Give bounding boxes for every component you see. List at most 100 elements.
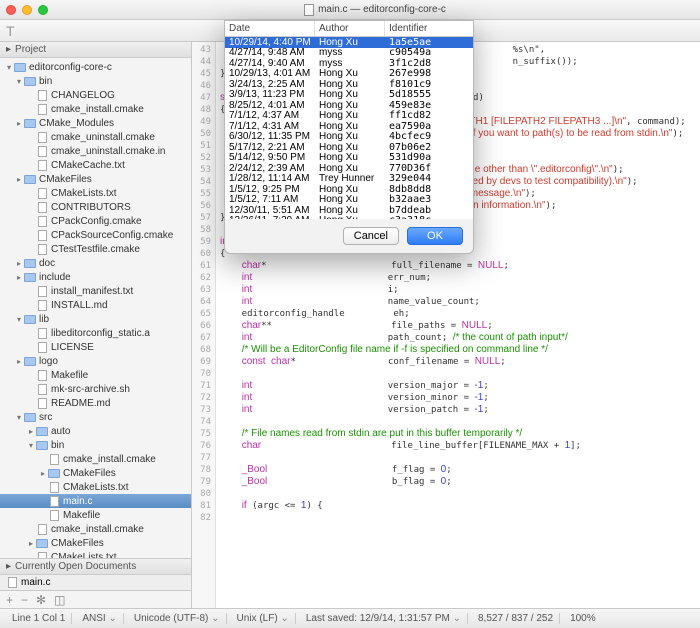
tree-label: doc [39, 258, 55, 269]
open-doc-item[interactable]: main.c [0, 575, 191, 590]
history-row[interactable]: 3/9/13, 11:23 PMHong Xu5d18555 [225, 90, 473, 101]
status-eol[interactable]: Unix (LF) [231, 613, 296, 624]
tree-folder[interactable]: ▸ include [0, 270, 191, 284]
history-row[interactable]: 5/17/12, 2:21 AMHong Xu07b06e2 [225, 142, 473, 153]
file-icon [36, 159, 48, 171]
modal-rows[interactable]: 10/29/14, 4:40 PMHong Xu1a5e5ae4/27/14, … [225, 37, 473, 219]
gear-icon[interactable]: ✻ [36, 593, 46, 607]
minimize-window-button[interactable] [22, 5, 32, 15]
folder-icon [24, 173, 36, 185]
file-icon [36, 523, 48, 535]
tree-folder[interactable]: ▸CMakeFiles [0, 172, 191, 186]
history-row[interactable]: 4/27/14, 9:48 AMmyssc90549a [225, 48, 473, 59]
tree-file[interactable]: CHANGELOG [0, 88, 191, 102]
remove-icon[interactable]: − [21, 593, 28, 607]
status-zoom[interactable]: 100% [564, 613, 602, 624]
file-icon [36, 383, 48, 395]
project-tree[interactable]: ▾editorconfig-core-c▾binCHANGELOGcmake_i… [0, 58, 191, 558]
tree-folder[interactable]: ▾editorconfig-core-c [0, 60, 191, 74]
file-icon [8, 577, 17, 588]
tree-folder[interactable]: ▸CMakeFiles [0, 466, 191, 480]
folder-icon [36, 537, 48, 549]
cancel-button[interactable]: Cancel [343, 227, 399, 245]
tree-file[interactable]: CMakeCache.txt [0, 158, 191, 172]
disclosure-icon: ▸ [14, 273, 24, 282]
project-header[interactable]: ▸ Project [0, 42, 191, 58]
close-window-button[interactable] [6, 5, 16, 15]
history-row[interactable]: 7/1/12, 4:37 AMHong Xuff1cd82 [225, 111, 473, 122]
tree-file[interactable]: CMakeLists.txt [0, 186, 191, 200]
tree-file[interactable]: install_manifest.txt [0, 284, 191, 298]
disclosure-icon: ▸ [14, 119, 24, 128]
tree-folder[interactable]: ▸auto [0, 424, 191, 438]
split-icon[interactable]: ◫ [54, 593, 65, 607]
tree-folder[interactable]: ▾src [0, 410, 191, 424]
history-row[interactable]: 2/24/12, 2:39 AMHong Xu770D36f [225, 163, 473, 174]
col-author[interactable]: Author [315, 21, 385, 36]
tree-file[interactable]: cmake_install.cmake [0, 522, 191, 536]
tree-file[interactable]: main.c [0, 494, 191, 508]
tree-file[interactable]: CPackConfig.cmake [0, 214, 191, 228]
history-row[interactable]: 5/14/12, 9:50 PMHong Xu531d90a [225, 153, 473, 164]
tree-file[interactable]: cmake_install.cmake [0, 452, 191, 466]
add-icon[interactable]: + [6, 593, 13, 607]
history-row[interactable]: 1/28/12, 11:14 AMTrey Hunner329e044 [225, 174, 473, 185]
tree-folder[interactable]: ▸CMakeFiles [0, 536, 191, 550]
disclosure-icon: ▸ [6, 44, 11, 55]
tree-file[interactable]: cmake_uninstall.cmake [0, 130, 191, 144]
modal-columns[interactable]: Date Author Identifier [225, 21, 473, 37]
tree-folder[interactable]: ▸CMake_Modules [0, 116, 191, 130]
tree-file[interactable]: CMakeLists.txt [0, 480, 191, 494]
history-row[interactable]: 1/5/12, 7:11 AMHong Xub32aae3 [225, 195, 473, 206]
history-row[interactable]: 4/27/14, 9:40 AMmyss3f1c2d8 [225, 58, 473, 69]
status-saved[interactable]: Last saved: 12/9/14, 1:31:57 PM [300, 613, 468, 624]
tree-label: bin [51, 440, 64, 451]
history-row[interactable]: 3/24/13, 2:25 AMHong Xuf8101c9 [225, 79, 473, 90]
text-tool-icon[interactable]: T [6, 23, 15, 39]
folder-icon [48, 467, 60, 479]
history-row[interactable]: 12/30/11, 5:51 AMHong Xub7ddeab [225, 205, 473, 216]
tree-folder[interactable]: ▾ bin [0, 438, 191, 452]
tree-label: README.md [51, 398, 110, 409]
line-gutter: 43 44 45 46 47 48 49 50 51 52 53 54 55 5… [192, 42, 216, 608]
tree-file[interactable]: libeditorconfig_static.a [0, 326, 191, 340]
disclosure-icon: ▸ [14, 357, 24, 366]
history-row[interactable]: 1/5/12, 9:25 PMHong Xu8db8dd8 [225, 184, 473, 195]
tree-file[interactable]: cmake_install.cmake [0, 102, 191, 116]
col-identifier[interactable]: Identifier [385, 21, 473, 36]
disclosure-icon: ▾ [14, 413, 24, 422]
history-row[interactable]: 7/1/12, 4:31 AMHong Xuea7590a [225, 121, 473, 132]
tree-file[interactable]: CONTRIBUTORS [0, 200, 191, 214]
open-docs-header[interactable]: ▸ Currently Open Documents [0, 559, 191, 575]
tree-file[interactable]: cmake_uninstall.cmake.in [0, 144, 191, 158]
zoom-window-button[interactable] [38, 5, 48, 15]
tree-file[interactable]: mk-src-archive.sh [0, 382, 191, 396]
ok-button[interactable]: OK [407, 227, 463, 245]
tree-folder[interactable]: ▸logo [0, 354, 191, 368]
col-date[interactable]: Date [225, 21, 315, 36]
disclosure-icon: ▸ [26, 427, 36, 436]
history-row[interactable]: 8/25/12, 4:01 AMHong Xu459e83e [225, 100, 473, 111]
tree-label: INSTALL.md [51, 300, 108, 311]
history-row[interactable]: 12/26/11, 7:29 AMHong Xuc3a318c [225, 216, 473, 220]
history-row[interactable]: 6/30/12, 11:35 PMHong Xu4bcfec9 [225, 132, 473, 143]
tree-file[interactable]: Makefile [0, 508, 191, 522]
tree-folder[interactable]: ▾lib [0, 312, 191, 326]
tree-label: cmake_install.cmake [63, 454, 156, 465]
history-row[interactable]: 10/29/14, 4:40 PMHong Xu1a5e5ae [225, 37, 473, 48]
tree-file[interactable]: INSTALL.md [0, 298, 191, 312]
tree-file[interactable]: CMakeLists.txt [0, 550, 191, 558]
status-ansi[interactable]: ANSI [76, 613, 124, 624]
tree-folder[interactable]: ▾bin [0, 74, 191, 88]
file-icon [36, 145, 48, 157]
tree-file[interactable]: Makefile [0, 368, 191, 382]
tree-file[interactable]: LICENSE [0, 340, 191, 354]
history-row[interactable]: 10/29/13, 4:01 AMHong Xu267e998 [225, 69, 473, 80]
status-charset[interactable]: Unicode (UTF-8) [128, 613, 227, 624]
tree-file[interactable]: CTestTestfile.cmake [0, 242, 191, 256]
tree-file[interactable]: CPackSourceConfig.cmake [0, 228, 191, 242]
disclosure-icon: ▾ [26, 441, 36, 450]
tree-folder[interactable]: ▸doc [0, 256, 191, 270]
tree-label: include [39, 272, 71, 283]
tree-file[interactable]: README.md [0, 396, 191, 410]
